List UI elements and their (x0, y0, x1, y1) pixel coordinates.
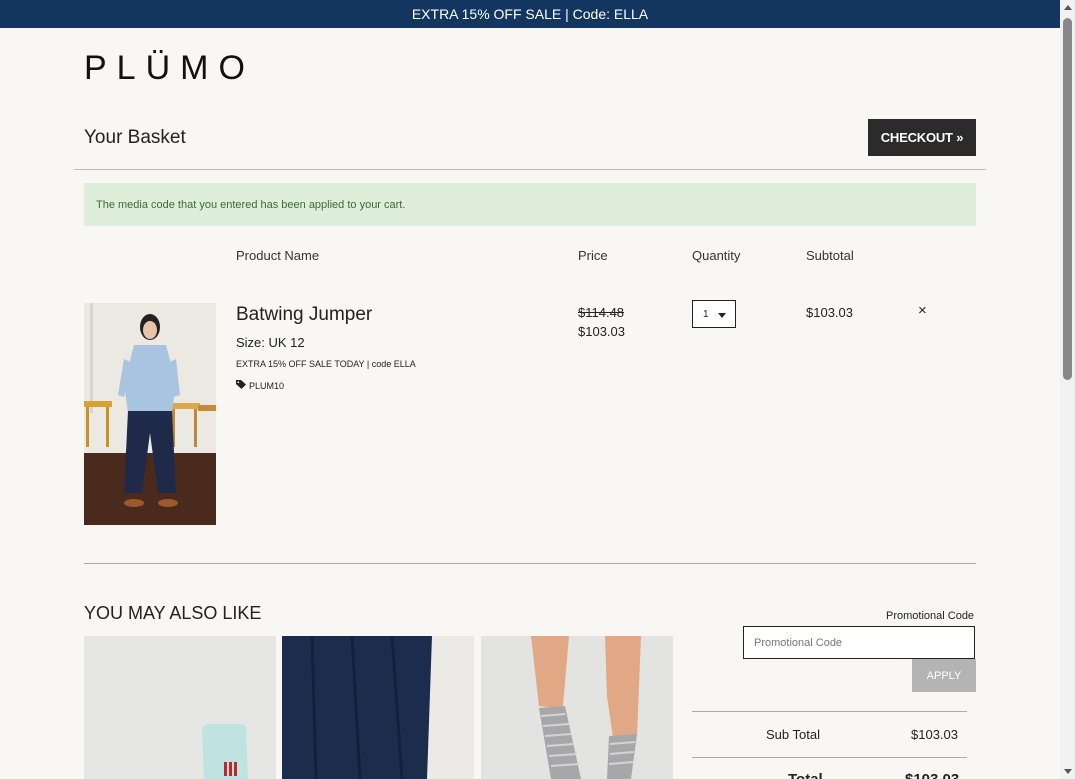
line-subtotal: $103.03 (806, 305, 853, 320)
recommendation-card[interactable] (481, 636, 673, 779)
site-logo[interactable]: PLÜMO (84, 50, 255, 86)
column-header-subtotal: Subtotal (806, 248, 854, 263)
page-title: Your Basket (84, 127, 186, 148)
summary-divider (692, 757, 967, 758)
close-icon[interactable]: × (918, 302, 927, 319)
column-header-quantity: Quantity (692, 248, 741, 263)
recommendation-card[interactable] (84, 636, 276, 779)
section-divider (84, 563, 976, 564)
product-coupon-code: PLUM10 (249, 380, 285, 391)
tag-icon (236, 380, 246, 391)
subtotal-value: $103.03 (911, 727, 958, 742)
scroll-up-arrow-icon[interactable] (1064, 5, 1072, 10)
recommendations-title: YOU MAY ALSO LIKE (84, 603, 262, 623)
success-notice-text: The media code that you entered has been… (96, 198, 406, 211)
product-coupon-tag: PLUM10 (236, 380, 284, 391)
total-value: $103.03 (905, 771, 959, 779)
total-label: Total (788, 771, 823, 779)
promo-code-input[interactable] (743, 626, 975, 659)
promo-code-label: Promotional Code (886, 610, 975, 622)
page-scrollbar[interactable] (1060, 0, 1075, 779)
header-divider (74, 169, 986, 170)
product-promo-text: EXTRA 15% OFF SALE TODAY | code ELLA (236, 359, 416, 369)
column-header-price: Price (578, 248, 608, 263)
product-size: Size: UK 12 (236, 335, 305, 350)
quantity-value: 1 (703, 308, 709, 320)
product-image[interactable] (84, 303, 216, 525)
original-price: $114.48 (578, 305, 625, 320)
product-name[interactable]: Batwing Jumper (236, 304, 372, 326)
chevron-down-icon (718, 313, 726, 318)
scrollbar-thumb[interactable] (1063, 18, 1072, 380)
quantity-select[interactable]: 1 (692, 300, 736, 328)
summary-divider (692, 711, 967, 712)
column-header-product-name: Product Name (236, 248, 320, 263)
discounted-price: $103.03 (578, 324, 625, 339)
apply-promo-button[interactable]: APPLY (912, 659, 976, 692)
promo-banner-text: EXTRA 15% OFF SALE | Code: ELLA (411, 6, 649, 22)
subtotal-label: Sub Total (766, 727, 820, 742)
checkout-button[interactable]: CHECKOUT » (868, 119, 976, 156)
recommendation-card[interactable] (282, 636, 474, 779)
promo-banner: EXTRA 15% OFF SALE | Code: ELLA (0, 0, 1060, 28)
scroll-down-arrow-icon[interactable] (1064, 769, 1072, 774)
success-notice: The media code that you entered has been… (84, 183, 976, 226)
